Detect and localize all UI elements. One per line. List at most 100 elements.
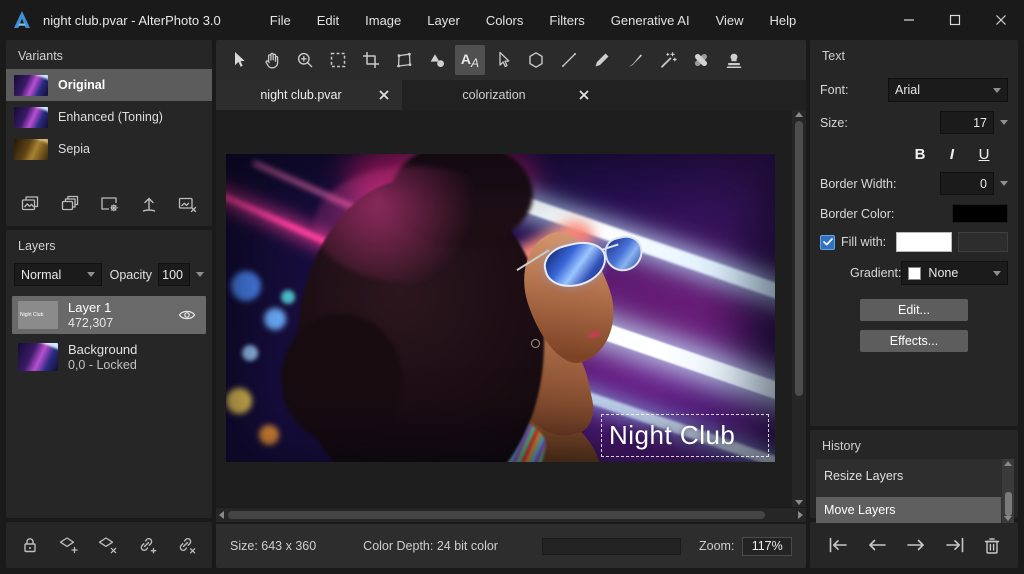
menu-image[interactable]: Image — [352, 7, 414, 34]
fill-checkbox[interactable] — [820, 235, 835, 250]
variant-item-enhanced[interactable]: Enhanced (Toning) — [6, 101, 212, 133]
tab-close-icon[interactable] — [376, 87, 392, 103]
effects-button[interactable]: Effects... — [860, 330, 968, 352]
text-style-row: B I U — [810, 146, 1018, 163]
variant-gallery-icon[interactable] — [20, 194, 40, 214]
lock-icon[interactable] — [20, 535, 40, 555]
close-button[interactable] — [978, 0, 1024, 40]
chevron-down-icon[interactable] — [1000, 120, 1008, 125]
font-dropdown[interactable]: Arial — [888, 78, 1008, 102]
text-tool[interactable]: AA — [455, 45, 485, 75]
brush-tool[interactable] — [620, 45, 650, 75]
zoom-value-field[interactable]: 117% — [742, 537, 792, 556]
tab-night-club[interactable]: night club.pvar — [216, 80, 402, 110]
fill-color-swatch[interactable] — [896, 232, 952, 252]
crop-tool[interactable] — [356, 45, 386, 75]
remove-link-icon[interactable] — [176, 535, 198, 555]
layer-visibility-eye-icon[interactable] — [178, 309, 200, 321]
history-scroll-thumb[interactable] — [1005, 492, 1012, 516]
delete-history-trash-icon[interactable] — [982, 535, 1002, 556]
horizontal-scrollbar[interactable] — [216, 508, 806, 522]
pencil-tool[interactable] — [587, 45, 617, 75]
line-tool[interactable] — [554, 45, 584, 75]
variant-export-icon[interactable] — [140, 194, 158, 214]
border-color-swatch[interactable] — [952, 204, 1008, 223]
document-tabs: night club.pvar colorization — [216, 80, 806, 110]
menu-help[interactable]: Help — [757, 7, 810, 34]
image-canvas[interactable]: Night Club — [226, 154, 775, 462]
layer-row-background[interactable]: Background 0,0 - Locked — [12, 338, 206, 376]
minimize-button[interactable] — [886, 0, 932, 40]
maximize-button[interactable] — [932, 0, 978, 40]
italic-button[interactable]: I — [944, 146, 960, 163]
vertical-scrollbar[interactable] — [792, 110, 806, 507]
bold-button[interactable]: B — [912, 146, 928, 163]
scroll-left-icon[interactable] — [219, 511, 224, 519]
fill-row: Fill with: — [810, 232, 1018, 252]
variant-settings-icon[interactable] — [99, 194, 120, 214]
variant-item-original[interactable]: Original — [6, 69, 212, 101]
scroll-up-icon[interactable] — [1004, 461, 1012, 466]
menu-edit[interactable]: Edit — [304, 7, 352, 34]
border-width-label: Border Width: — [820, 177, 896, 191]
history-back-icon[interactable] — [865, 535, 889, 555]
tab-colorization[interactable]: colorization — [402, 80, 602, 110]
shapes-tool[interactable] — [422, 45, 452, 75]
menu-filters[interactable]: Filters — [536, 7, 597, 34]
polygon-tool[interactable] — [521, 45, 551, 75]
layer-meta: Layer 1 472,307 — [68, 300, 168, 330]
add-layer-icon[interactable] — [58, 535, 80, 555]
transform-tool[interactable] — [389, 45, 419, 75]
scroll-down-icon[interactable] — [795, 500, 803, 505]
zoom-tool[interactable] — [290, 45, 320, 75]
variant-delete-icon[interactable] — [177, 194, 198, 214]
tab-close-icon[interactable] — [576, 87, 592, 103]
menu-file[interactable]: File — [257, 7, 304, 34]
history-first-icon[interactable] — [826, 535, 850, 555]
variant-item-sepia[interactable]: Sepia — [6, 133, 212, 165]
move-tool[interactable] — [224, 45, 254, 75]
vertical-scroll-thumb[interactable] — [795, 121, 803, 396]
border-width-input[interactable]: 0 — [940, 172, 994, 195]
size-row: Size: 17 — [810, 111, 1018, 134]
marquee-select-tool[interactable] — [323, 45, 353, 75]
magic-wand-tool[interactable] — [653, 45, 683, 75]
chevron-down-icon[interactable] — [196, 272, 204, 277]
fill-secondary-swatch[interactable] — [958, 232, 1008, 252]
variant-duplicate-icon[interactable] — [60, 194, 80, 214]
remove-layer-icon[interactable] — [97, 535, 119, 555]
history-scrollbar[interactable] — [1002, 459, 1014, 523]
menu-view[interactable]: View — [703, 7, 757, 34]
menu-bar: File Edit Image Layer Colors Filters Gen… — [257, 7, 809, 34]
menu-colors[interactable]: Colors — [473, 7, 537, 34]
layer-meta: Background 0,0 - Locked — [68, 342, 200, 372]
underline-button[interactable]: U — [976, 146, 992, 163]
blend-mode-dropdown[interactable]: Normal — [14, 263, 102, 286]
edit-button[interactable]: Edit... — [860, 299, 968, 321]
history-last-icon[interactable] — [943, 535, 967, 555]
clone-stamp-tool[interactable] — [719, 45, 749, 75]
history-item-move-layers[interactable]: Move Layers — [816, 497, 1001, 523]
text-layer-selection[interactable]: Night Club — [601, 414, 769, 457]
text-properties-panel: Text Font: Arial Size: 17 B — [810, 40, 1018, 426]
scroll-up-icon[interactable] — [795, 112, 803, 117]
opacity-input[interactable]: 100 — [158, 263, 190, 286]
menu-generative-ai[interactable]: Generative AI — [598, 7, 703, 34]
chevron-down-icon[interactable] — [1000, 181, 1008, 186]
size-input[interactable]: 17 — [940, 111, 994, 134]
layer-name: Layer 1 — [68, 300, 168, 315]
add-link-icon[interactable] — [137, 535, 159, 555]
history-forward-icon[interactable] — [904, 535, 928, 555]
healing-patch-tool[interactable] — [686, 45, 716, 75]
history-item-resize-layers[interactable]: Resize Layers — [816, 463, 1001, 489]
scroll-down-icon[interactable] — [1004, 516, 1012, 521]
horizontal-scroll-thumb[interactable] — [228, 511, 765, 519]
hand-tool[interactable] — [257, 45, 287, 75]
window-controls — [886, 0, 1024, 40]
direct-select-tool[interactable] — [488, 45, 518, 75]
menu-layer[interactable]: Layer — [414, 7, 473, 34]
gradient-dropdown[interactable]: None — [901, 261, 1008, 285]
layer-row-layer1[interactable]: Night Club Layer 1 472,307 — [12, 296, 206, 334]
canvas-area[interactable]: Night Club — [216, 110, 806, 507]
scroll-right-icon[interactable] — [798, 511, 803, 519]
